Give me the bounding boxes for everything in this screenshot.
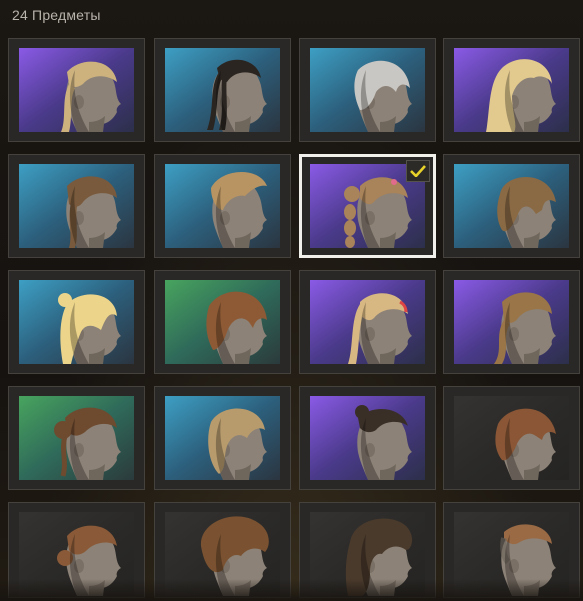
hairstyle-tile-20[interactable] bbox=[443, 502, 580, 598]
hairstyle-tile-3[interactable] bbox=[299, 38, 436, 142]
hairstyle-tile-12[interactable] bbox=[443, 270, 580, 374]
hairstyle-preview-image bbox=[310, 396, 425, 480]
item-count-label: 24 Предметы bbox=[12, 7, 101, 23]
hairstyle-tile-16[interactable] bbox=[443, 386, 580, 490]
hairstyle-tile-10[interactable] bbox=[154, 270, 291, 374]
hairstyle-preview-image bbox=[454, 48, 569, 132]
hairstyle-tile-19[interactable] bbox=[299, 502, 436, 598]
hairstyle-tile-15[interactable] bbox=[299, 386, 436, 490]
hairstyle-tile-7[interactable] bbox=[299, 154, 436, 258]
hairstyle-preview-image bbox=[19, 512, 134, 596]
hairstyle-preview-image bbox=[454, 512, 569, 596]
hairstyle-tile-2[interactable] bbox=[154, 38, 291, 142]
hairstyle-preview-image bbox=[165, 164, 280, 248]
hairstyle-preview-image bbox=[310, 48, 425, 132]
hairstyle-preview-image bbox=[165, 280, 280, 364]
hairstyle-tile-11[interactable] bbox=[299, 270, 436, 374]
hairstyle-tile-8[interactable] bbox=[443, 154, 580, 258]
hairstyle-preview-image bbox=[165, 512, 280, 596]
hairstyle-preview-image bbox=[19, 48, 134, 132]
hairstyle-tile-5[interactable] bbox=[8, 154, 145, 258]
hairstyle-preview-image bbox=[19, 280, 134, 364]
hairstyle-tile-9[interactable] bbox=[8, 270, 145, 374]
hairstyle-tile-1[interactable] bbox=[8, 38, 145, 142]
hairstyle-preview-image bbox=[165, 48, 280, 132]
hairstyle-tile-18[interactable] bbox=[154, 502, 291, 598]
hairstyle-tile-4[interactable] bbox=[443, 38, 580, 142]
hairstyle-preview-image bbox=[454, 396, 569, 480]
hairstyle-preview-image bbox=[19, 396, 134, 480]
hairstyle-preview-image bbox=[454, 280, 569, 364]
hairstyle-tile-14[interactable] bbox=[154, 386, 291, 490]
selected-check-icon bbox=[406, 160, 430, 182]
hairstyle-preview-image bbox=[310, 280, 425, 364]
hairstyle-tile-17[interactable] bbox=[8, 502, 145, 598]
hairstyle-preview-image bbox=[454, 164, 569, 248]
hairstyle-tile-6[interactable] bbox=[154, 154, 291, 258]
hairstyle-preview-image bbox=[165, 396, 280, 480]
hairstyle-preview-image bbox=[310, 512, 425, 596]
hairstyle-preview-image bbox=[19, 164, 134, 248]
hairstyle-tile-13[interactable] bbox=[8, 386, 145, 490]
